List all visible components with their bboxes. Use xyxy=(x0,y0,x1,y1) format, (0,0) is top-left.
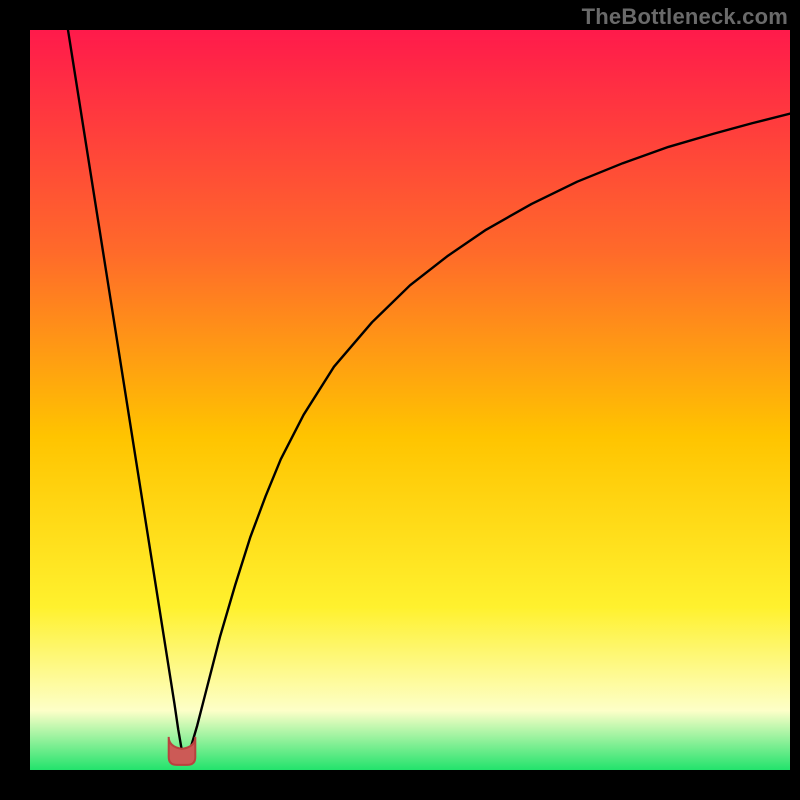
watermark-text: TheBottleneck.com xyxy=(582,4,788,30)
chart-frame: TheBottleneck.com xyxy=(0,0,800,800)
gradient-background xyxy=(30,30,790,770)
plot-area xyxy=(30,30,790,770)
plot-svg xyxy=(30,30,790,770)
